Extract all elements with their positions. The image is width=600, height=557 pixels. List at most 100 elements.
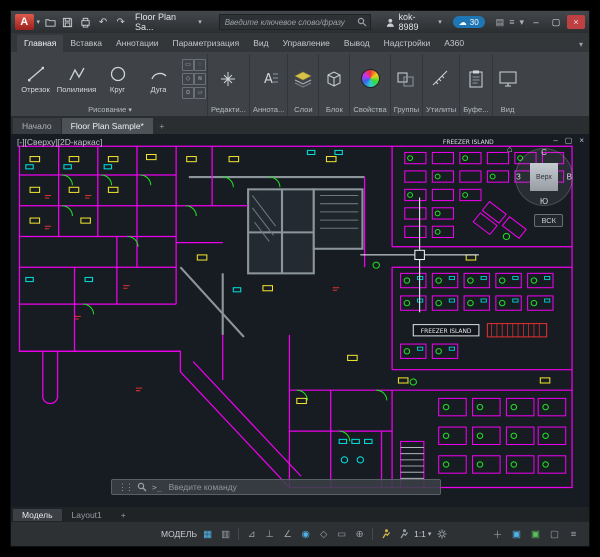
save-icon — [62, 17, 73, 28]
viewcube-west[interactable]: З — [516, 173, 521, 182]
utilities-button[interactable] — [429, 66, 453, 92]
draw-tool-button[interactable]: ▭ — [182, 59, 194, 71]
panel-label-block[interactable]: Блок — [319, 103, 349, 116]
doc-close-button[interactable]: × — [579, 136, 584, 145]
polyline-tool-button[interactable]: Полилиния — [57, 64, 96, 94]
command-customize-button[interactable] — [137, 482, 147, 492]
panel-label-properties[interactable]: Свойства — [350, 103, 389, 116]
model-space-button[interactable]: МОДЕЛЬ — [161, 529, 197, 539]
panel-label-draw[interactable]: Рисование ▾ — [13, 103, 207, 116]
panel-label-modify[interactable]: Редакти... — [208, 103, 249, 116]
qat-redo-button[interactable]: ↷ — [113, 15, 128, 30]
autoscale-button[interactable] — [396, 526, 411, 542]
ribbon-collapse-icon[interactable]: ▾ — [579, 40, 583, 49]
layers-button[interactable] — [291, 66, 315, 92]
annotation-tools-button[interactable]: A — [257, 66, 281, 92]
annotation-scale-button[interactable]: 1:1 ▾ — [414, 529, 431, 539]
infer-constraints-button[interactable]: ⊿ — [244, 526, 259, 542]
ribbon-tab-addins[interactable]: Надстройки — [377, 35, 438, 52]
layout-tab-layout1[interactable]: Layout1 — [63, 509, 111, 521]
file-tab-start[interactable]: Начало — [13, 118, 61, 134]
command-grip-icon[interactable]: ⋮⋮ — [118, 482, 132, 493]
signin-button[interactable]: kok-8989 ▾ — [386, 12, 442, 32]
ribbon-tab-view[interactable]: Вид — [246, 35, 275, 52]
chevron-down-icon[interactable]: ▾ — [519, 17, 524, 28]
search-icon[interactable] — [357, 17, 367, 27]
doc-restore-button[interactable]: ▢ — [565, 136, 573, 145]
viewport-controls[interactable]: [-][Сверху][2D-каркас] — [17, 137, 102, 147]
ribbon-tab-annotate[interactable]: Аннотации — [109, 35, 166, 52]
doc-minimize-button[interactable]: – — [553, 136, 557, 145]
new-layout-button[interactable]: + — [112, 509, 135, 521]
hardware-accel-button[interactable]: ▣ — [509, 526, 524, 542]
panel-label-clipboard[interactable]: Буфе... — [460, 103, 491, 116]
draw-tool-button[interactable]: ◇ — [182, 73, 194, 85]
block-button[interactable] — [322, 66, 346, 92]
floor-plan-drawing[interactable]: FREEZER ISLAND — [11, 134, 589, 507]
ortho-mode-button[interactable]: ⊥ — [262, 526, 277, 542]
properties-button[interactable] — [358, 66, 382, 92]
qat-document-title-dropdown[interactable]: Floor Plan Sa... ▾ — [135, 12, 202, 32]
home-icon[interactable]: ⌂ — [507, 144, 512, 154]
isolate-objects-button[interactable]: ▣ — [528, 526, 543, 542]
panel-label-annotation[interactable]: Аннота... — [250, 103, 287, 116]
annotation-visibility-button[interactable] — [378, 526, 393, 542]
ribbon-tab-a360[interactable]: A360 — [437, 35, 471, 52]
panel-label-view[interactable]: Вид — [493, 103, 523, 116]
search-input[interactable] — [223, 17, 354, 28]
viewcube[interactable]: ⌂ С Ю З В Верх — [515, 148, 573, 206]
draw-tool-button[interactable]: ⊙ — [182, 87, 194, 99]
annotation-monitor-button[interactable]: ＋ — [490, 526, 505, 542]
groups-button[interactable] — [394, 66, 418, 92]
view-button[interactable] — [496, 66, 520, 92]
qat-undo-button[interactable]: ↶ — [96, 15, 111, 30]
workspace-switch-button[interactable] — [434, 526, 449, 542]
ribbon-tab-home[interactable]: Главная — [17, 35, 63, 52]
keyboard-icon[interactable]: ▤ — [496, 17, 505, 28]
line-tool-button[interactable]: Отрезок — [16, 64, 55, 94]
viewcube-north[interactable]: С — [541, 148, 547, 157]
maximize-button[interactable]: ▢ — [547, 15, 565, 29]
ribbon-tab-parametric[interactable]: Параметризация — [165, 35, 246, 52]
grid-display-button[interactable]: ▦ — [200, 526, 215, 542]
lineweight-button[interactable]: ▭ — [334, 526, 349, 542]
draw-tool-button[interactable]: ▱ — [194, 87, 206, 99]
panel-label-groups[interactable]: Группы — [391, 103, 422, 116]
groups-icon — [395, 68, 417, 90]
customize-button[interactable]: ≡ — [566, 526, 581, 542]
new-drawing-tab-button[interactable]: + — [154, 118, 170, 134]
panel-label-text: Слои — [294, 105, 312, 114]
draw-tool-button[interactable]: ◌ — [194, 59, 206, 71]
ucs-selector[interactable]: ВСК — [534, 214, 563, 227]
close-button[interactable]: × — [567, 15, 585, 29]
arc-tool-button[interactable]: Дуга — [139, 64, 178, 94]
a360-sync-badge[interactable]: ☁ 30 — [453, 16, 485, 28]
qat-open-button[interactable] — [43, 15, 58, 30]
modify-tools-button[interactable] — [216, 66, 240, 92]
menu-icon[interactable]: ≡ — [509, 17, 514, 27]
draw-tool-button[interactable]: ≋ — [194, 73, 206, 85]
command-input[interactable] — [167, 481, 434, 493]
transparency-button[interactable]: ⊕ — [352, 526, 367, 542]
minimize-button[interactable]: – — [527, 15, 545, 29]
viewcube-east[interactable]: В — [567, 173, 572, 182]
qat-plot-button[interactable] — [78, 15, 93, 30]
layout-tab-model[interactable]: Модель — [13, 509, 62, 521]
polar-tracking-button[interactable]: ∠ — [280, 526, 295, 542]
viewcube-south[interactable]: Ю — [540, 197, 548, 206]
file-tab-document[interactable]: Floor Plan Sample* — [62, 118, 153, 134]
ribbon-tab-manage[interactable]: Управление — [276, 35, 337, 52]
panel-label-utilities[interactable]: Утилиты — [423, 103, 459, 116]
object-track-button[interactable]: ◇ — [316, 526, 331, 542]
viewcube-top-face[interactable]: Верх — [530, 163, 558, 191]
snap-mode-button[interactable]: ▥ — [218, 526, 233, 542]
clipboard-button[interactable] — [464, 66, 488, 92]
clean-screen-button[interactable]: ▢ — [547, 526, 562, 542]
panel-label-layers[interactable]: Слои — [288, 103, 318, 116]
app-menu-button[interactable]: A — [15, 14, 34, 30]
ribbon-tab-insert[interactable]: Вставка — [63, 35, 109, 52]
osnap-button[interactable]: ◉ — [298, 526, 313, 542]
circle-tool-button[interactable]: Круг — [98, 64, 137, 94]
ribbon-tab-output[interactable]: Вывод — [337, 35, 377, 52]
qat-save-button[interactable] — [61, 15, 76, 30]
